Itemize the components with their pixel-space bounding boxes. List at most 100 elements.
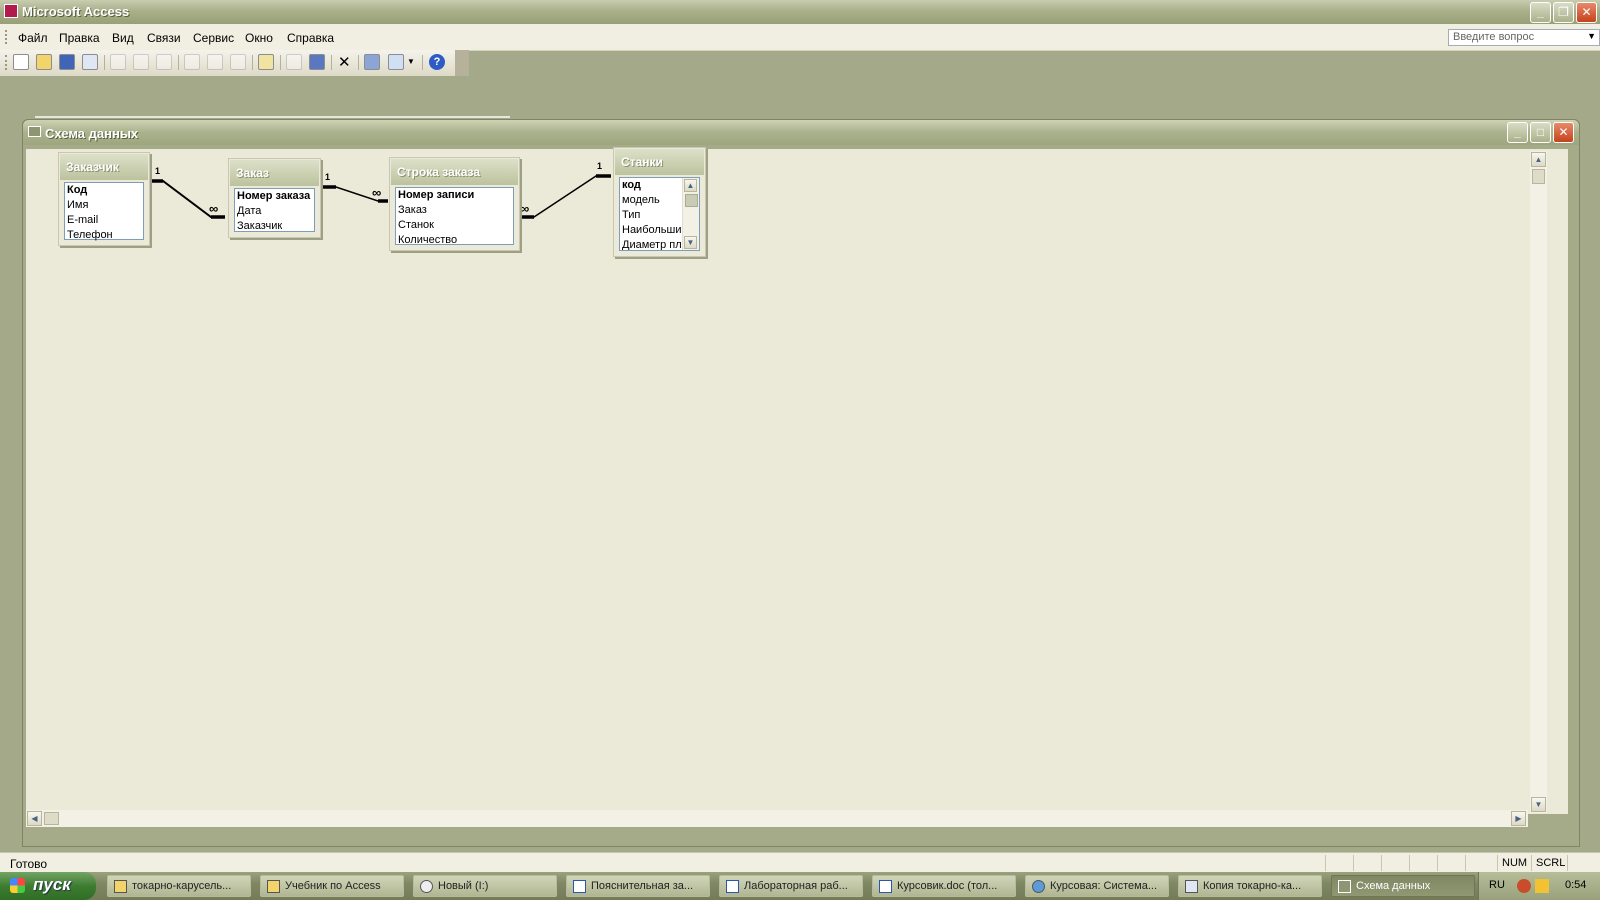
taskbar-item[interactable]: Курсовик.doc (тол... [872,875,1016,897]
table-title[interactable]: Заказчик [60,154,148,180]
ask-question-box[interactable]: Введите вопрос ▼ [1448,29,1600,46]
menu-relationships[interactable]: Связи [147,31,181,45]
system-tray: RU 0:54 [1478,872,1600,900]
field-item[interactable]: Заказчик [235,219,314,234]
cut-icon[interactable] [184,54,200,70]
horizontal-scrollbar[interactable]: ◀ ▶ [26,810,1528,827]
new-icon[interactable] [13,54,29,70]
help-icon[interactable]: ? [429,54,445,70]
show-table-icon[interactable] [258,54,274,70]
preview-icon[interactable] [133,54,149,70]
field-list[interactable]: Код Имя E-mail Телефон [64,182,144,243]
field-item[interactable]: Заказ [396,203,513,218]
field-item[interactable]: Имя [65,198,143,213]
dropdown-arrow-icon[interactable]: ▼ [1587,31,1596,41]
tray-expand-icon[interactable] [1517,879,1531,893]
print-icon[interactable] [110,54,126,70]
language-indicator[interactable]: RU [1489,879,1505,891]
taskbar-item-active[interactable]: Схема данных [1331,875,1475,897]
taskbar-item[interactable]: Лабораторная раб... [719,875,863,897]
menu-view[interactable]: Вид [112,31,134,45]
field-item[interactable]: Количество [396,233,513,248]
warning-icon[interactable] [1535,879,1549,893]
scroll-lock-indicator: SCRL [1531,855,1567,871]
field-list-scrollbar[interactable]: ▲ ▼ [682,178,699,250]
folder-icon [114,880,127,893]
new-object-dropdown-icon[interactable]: ▼ [407,57,415,66]
field-item[interactable]: Тип [620,208,683,223]
close-button[interactable]: ✕ [1576,2,1597,23]
menu-tools[interactable]: Сервис [193,31,234,45]
field-item[interactable]: код [620,178,683,193]
table-machines[interactable]: Станки код модель Тип Наибольший Диаметр… [613,147,706,257]
field-list[interactable]: код модель Тип Наибольший Диаметр пла ▲ … [619,177,700,251]
menu-help[interactable]: Справка [287,31,334,45]
table-customer[interactable]: Заказчик Код Имя E-mail Телефон [58,152,150,246]
direct-relationships-icon[interactable] [286,54,302,70]
start-button[interactable]: пуск [0,872,96,900]
new-object-icon[interactable] [388,54,404,70]
field-list[interactable]: Номер записи Заказ Станок Количество [395,187,514,248]
field-item[interactable]: Номер записи [396,188,513,203]
menu-grip[interactable] [5,30,9,44]
delete-icon[interactable]: ✕ [338,53,351,71]
window-minimize-button[interactable]: _ [1507,122,1528,143]
table-title[interactable]: Станки [615,149,704,175]
table-order-line[interactable]: Строка заказа Номер записи Заказ Станок … [389,157,520,251]
taskbar-item[interactable]: Курсовая: Система... [1025,875,1169,897]
menu-edit[interactable]: Правка [59,31,100,45]
spelling-icon[interactable] [156,54,172,70]
field-item[interactable]: E-mail [65,213,143,228]
window-maximize-button[interactable]: □ [1530,122,1551,143]
status-text: Готово [10,857,48,871]
all-relationships-icon[interactable] [309,54,325,70]
scroll-thumb[interactable] [685,194,698,207]
relationships-icon [1338,880,1351,893]
table-order[interactable]: Заказ Номер заказа Дата Заказчик [228,158,321,238]
taskbar-item[interactable]: токарно-карусель... [107,875,251,897]
scroll-right-icon[interactable]: ▶ [1511,811,1526,826]
save-icon[interactable] [59,54,75,70]
scroll-down-icon[interactable]: ▼ [1531,797,1546,812]
print-preview-icon[interactable] [82,54,98,70]
field-list[interactable]: Номер заказа Дата Заказчик [234,188,315,232]
menu-file[interactable]: Файл [18,31,48,45]
start-label: пуск [33,875,71,894]
relationships-icon[interactable] [28,126,41,137]
field-item[interactable]: Наибольший [620,223,683,238]
folder-icon [267,880,280,893]
window-close-button[interactable]: ✕ [1553,122,1574,143]
field-item[interactable]: Телефон [65,228,143,243]
copy-icon[interactable] [207,54,223,70]
taskbar-item[interactable]: Учебник по Access [260,875,404,897]
clock: 0:54 [1565,879,1587,891]
database-window-icon[interactable] [364,54,380,70]
restore-button[interactable]: ❐ [1553,2,1574,23]
field-item[interactable]: модель [620,193,683,208]
scroll-down-icon[interactable]: ▼ [684,236,697,249]
access-app-icon[interactable] [4,4,18,18]
toolbar-options-icon[interactable] [455,50,468,76]
vertical-scrollbar[interactable]: ▲ ▼ [1530,151,1547,813]
table-title[interactable]: Заказ [230,160,319,186]
open-icon[interactable] [36,54,52,70]
table-title[interactable]: Строка заказа [391,159,518,185]
scroll-up-icon[interactable]: ▲ [1531,152,1546,167]
scroll-thumb[interactable] [1532,169,1545,184]
relationships-canvas[interactable]: 1 ∞ 1 ∞ 1 ∞ Заказчик Код Имя E-mail Теле… [26,147,1568,814]
scroll-left-icon[interactable]: ◀ [27,811,42,826]
scroll-thumb[interactable] [44,812,59,825]
scroll-up-icon[interactable]: ▲ [684,179,697,192]
paste-icon[interactable] [230,54,246,70]
taskbar-item[interactable]: Новый (I:) [413,875,557,897]
field-item[interactable]: Дата [235,204,314,219]
field-item[interactable]: Код [65,183,143,198]
taskbar-item[interactable]: Копия токарно-ка... [1178,875,1322,897]
field-item[interactable]: Номер заказа [235,189,314,204]
toolbar-grip[interactable] [5,55,9,70]
menu-window[interactable]: Окно [245,31,273,45]
field-item[interactable]: Станок [396,218,513,233]
taskbar-item[interactable]: Пояснительная за... [566,875,710,897]
minimize-button[interactable]: _ [1530,2,1551,23]
field-item[interactable]: Диаметр пла [620,238,683,250]
